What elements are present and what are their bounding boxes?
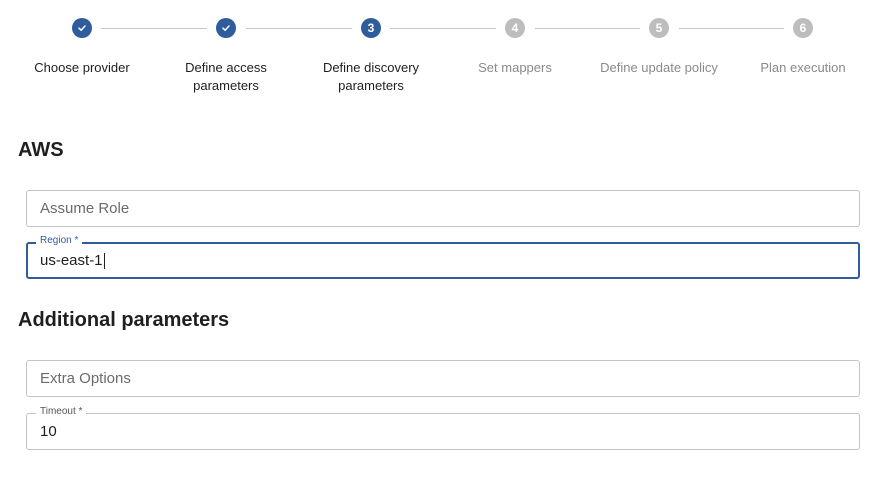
aws-section-title: AWS [18, 139, 64, 161]
assume-role-input[interactable]: Assume Role [40, 191, 129, 226]
step-set-mappers[interactable]: 4 Set mappers [440, 18, 590, 77]
step-label: Choose provider [7, 59, 157, 77]
step-label: Plan execution [728, 59, 871, 77]
timeout-input[interactable]: 10 [40, 414, 57, 449]
region-field[interactable]: Region * us-east-1 [26, 235, 860, 279]
step-label-line: Set mappers [478, 60, 552, 75]
step-label-line: parameters [193, 78, 259, 93]
extra-options-placeholder: Extra Options [40, 370, 131, 387]
step-label-line: Define access [185, 60, 267, 75]
step-number: 6 [799, 21, 807, 35]
step-define-discovery-parameters[interactable]: 3 Define discovery parameters [296, 18, 446, 95]
step-label-line: Define update policy [600, 60, 718, 75]
timeout-value: 10 [40, 423, 57, 440]
step-label-line: Define discovery [322, 60, 420, 75]
step-circle [216, 18, 236, 38]
extra-options-input[interactable]: Extra Options [40, 361, 131, 396]
region-value: us-east-1 [40, 252, 103, 269]
check-icon [78, 25, 86, 31]
step-circle: 3 [361, 18, 381, 38]
step-circle [72, 18, 92, 38]
step-number: 3 [367, 21, 375, 35]
assume-role-field[interactable]: Assume Role [26, 190, 860, 227]
text-caret [103, 252, 105, 269]
step-label: Define access parameters [151, 59, 301, 95]
step-plan-execution[interactable]: 6 Plan execution [728, 18, 871, 77]
assume-role-placeholder: Assume Role [40, 200, 130, 217]
check-icon [222, 25, 230, 31]
step-circle: 6 [793, 18, 813, 38]
additional-parameters-title: Additional parameters [18, 309, 230, 331]
step-define-access-parameters[interactable]: Define access parameters [151, 18, 301, 95]
step-circle: 5 [649, 18, 669, 38]
step-define-update-policy[interactable]: 5 Define update policy [584, 18, 734, 77]
stepper: Choose provider Define access parameters… [0, 0, 871, 110]
region-input[interactable]: us-east-1 [40, 244, 105, 277]
step-label-line: Choose provider [34, 60, 130, 75]
step-label: Set mappers [440, 59, 590, 77]
extra-options-field[interactable]: Extra Options [26, 360, 860, 397]
step-number: 4 [511, 21, 519, 35]
step-label: Define discovery parameters [296, 59, 446, 95]
timeout-field[interactable]: Timeout * 10 [26, 406, 860, 450]
step-circle: 4 [505, 18, 525, 38]
step-label: Define update policy [584, 59, 734, 77]
step-number: 5 [655, 21, 663, 35]
step-label-line: parameters [338, 78, 404, 93]
step-label-line: Plan execution [760, 60, 846, 75]
step-choose-provider[interactable]: Choose provider [7, 18, 157, 77]
